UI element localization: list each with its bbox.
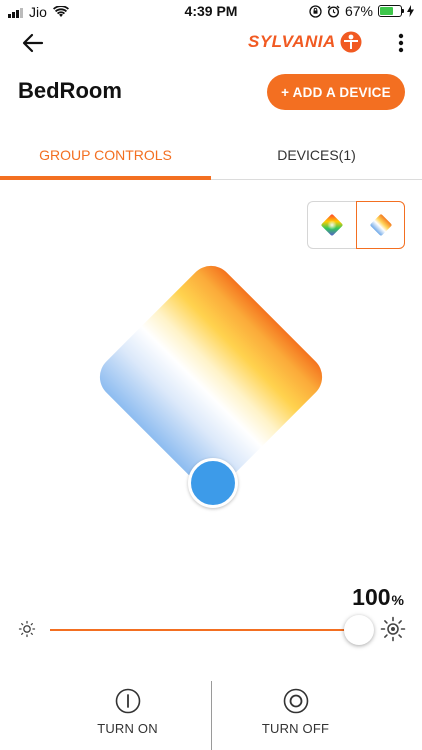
sylvania-logo-icon	[340, 31, 362, 53]
turn-on-label: TURN ON	[97, 721, 158, 736]
white-temperature-mode-button[interactable]	[356, 201, 405, 249]
charging-icon	[407, 5, 414, 17]
page-title: BedRoom	[18, 78, 122, 103]
turn-off-button[interactable]: TURN OFF	[190, 684, 401, 750]
power-on-icon	[115, 688, 140, 714]
brightness-value: 100%	[352, 584, 404, 611]
rotation-lock-icon	[309, 4, 322, 18]
brightness-low-icon	[18, 620, 36, 638]
status-bar: Jio 4:39 PM 67%	[0, 0, 422, 24]
tab-group-controls[interactable]: GROUP CONTROLS	[0, 130, 211, 180]
brightness-unit: %	[391, 592, 404, 608]
status-right: 67%	[309, 3, 414, 19]
brightness-high-icon	[380, 616, 406, 642]
brightness-slider-thumb[interactable]	[344, 615, 374, 645]
mode-toggle	[307, 201, 405, 249]
brand-name: SYLVANIA	[248, 32, 336, 51]
turn-off-label: TURN OFF	[261, 721, 330, 736]
power-off-icon	[283, 688, 308, 714]
app-bar: SYLVANIA	[0, 26, 422, 62]
brightness-number: 100	[352, 584, 391, 610]
add-device-button[interactable]: + ADD A DEVICE	[267, 74, 405, 110]
alarm-icon	[327, 5, 340, 18]
color-mode-button[interactable]	[307, 201, 356, 249]
sylvania-logo: SYLVANIA	[248, 30, 362, 54]
tab-bar: GROUP CONTROLS DEVICES(1)	[0, 130, 422, 180]
color-mode-icon	[321, 214, 343, 236]
tab-devices[interactable]: DEVICES(1)	[211, 130, 422, 180]
color-picker-knob[interactable]	[188, 458, 238, 508]
tab-indicator	[0, 176, 211, 180]
battery-percent: 67%	[344, 3, 373, 19]
white-temperature-mode-icon	[370, 214, 391, 236]
back-arrow-icon[interactable]	[20, 30, 46, 56]
battery-icon	[378, 5, 404, 17]
brightness-slider-track[interactable]	[50, 629, 360, 631]
more-vert-icon[interactable]	[394, 32, 408, 54]
